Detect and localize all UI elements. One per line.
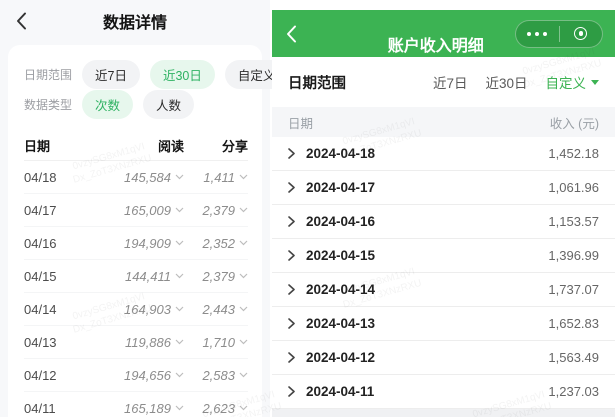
- column-date: 日期: [24, 139, 51, 154]
- chevron-right-icon: [288, 386, 295, 397]
- table-row: 04/18 145,584 1,411: [24, 161, 248, 194]
- chevron-right-icon: [288, 250, 295, 261]
- income-row[interactable]: 2024-04-15 1,396.99: [272, 239, 615, 273]
- table-row: 04/16 194,909 2,352: [24, 227, 248, 260]
- income-row[interactable]: 2024-04-13 1,652.83: [272, 307, 615, 341]
- income-rows: 2024-04-18 1,452.18 2024-04-17 1,061.96 …: [272, 137, 615, 409]
- income-row[interactable]: 2024-04-17 1,061.96: [272, 171, 615, 205]
- income-header: 账户收入明细: [272, 10, 615, 57]
- date-range-label: 日期范围: [24, 67, 73, 82]
- chevron-down-icon[interactable]: [239, 240, 248, 246]
- data-type-option-people[interactable]: 人数: [143, 89, 195, 119]
- chevron-down-icon[interactable]: [175, 372, 184, 378]
- chevron-right-icon: [288, 148, 295, 159]
- table-row: 04/12 194,656 2,583: [24, 359, 248, 392]
- table-row: 04/14 164,903 2,443: [24, 293, 248, 326]
- chevron-down-icon[interactable]: [175, 273, 184, 279]
- chevron-down-icon[interactable]: [239, 207, 248, 213]
- income-detail-screen: 账户收入明细 日期范围 近7日 近30日 自定义 日期 收入 (元) 2024-…: [272, 0, 615, 417]
- status-bar: [272, 0, 615, 10]
- chevron-down-icon: [591, 79, 599, 85]
- page-title: 账户收入明细: [387, 38, 484, 56]
- date-range-filter: 日期范围 近7日 近30日 自定义: [272, 57, 615, 107]
- table-header: 日期 收入 (元): [272, 107, 615, 137]
- table-header: 日期 阅读 分享: [24, 131, 248, 161]
- income-row[interactable]: 2024-04-16 1,153.57: [272, 205, 615, 239]
- table-row: 04/15 144,411 2,379: [24, 260, 248, 293]
- chevron-down-icon[interactable]: [239, 273, 248, 279]
- column-income: 收入 (元): [549, 116, 599, 131]
- chevron-down-icon[interactable]: [175, 306, 184, 312]
- chevron-right-icon: [288, 182, 295, 193]
- screenshot-stage: 数据详情 日期范围 近7日 近30日 自定义 数据类型 次数 人数 日期 阅读 …: [0, 0, 615, 417]
- miniprogram-capsule: [515, 19, 603, 48]
- table-row: 04/13 119,886 1,710: [24, 326, 248, 359]
- chevron-down-icon[interactable]: [175, 240, 184, 246]
- income-row[interactable]: 2024-04-12 1,563.49: [272, 341, 615, 375]
- column-reads: 阅读: [157, 139, 184, 154]
- column-date: 日期: [288, 116, 314, 131]
- date-range-filter: 日期范围 近7日 近30日 自定义: [24, 59, 289, 89]
- page-title: 数据详情: [102, 15, 167, 32]
- back-icon[interactable]: [16, 12, 27, 30]
- data-detail-header: 数据详情: [0, 0, 270, 42]
- chevron-down-icon[interactable]: [239, 405, 248, 411]
- date-range-option-7d[interactable]: 近7日: [82, 59, 140, 89]
- more-icon[interactable]: [516, 31, 559, 36]
- data-detail-screen: 数据详情 日期范围 近7日 近30日 自定义 数据类型 次数 人数 日期 阅读 …: [0, 0, 289, 417]
- data-type-filter: 数据类型 次数 人数: [24, 89, 248, 119]
- income-row[interactable]: 2024-04-14 1,737.07: [272, 273, 615, 307]
- back-icon[interactable]: [286, 25, 297, 43]
- table-row: 04/11 165,189 2,623: [24, 392, 248, 417]
- chevron-right-icon: [288, 216, 295, 227]
- chevron-down-icon[interactable]: [175, 174, 184, 180]
- chevron-down-icon[interactable]: [239, 174, 248, 180]
- chevron-down-icon[interactable]: [175, 339, 184, 345]
- data-card: 日期范围 近7日 近30日 自定义 数据类型 次数 人数 日期 阅读 分享 04…: [8, 45, 289, 417]
- chevron-down-icon[interactable]: [239, 306, 248, 312]
- target-icon[interactable]: [560, 27, 603, 40]
- chevron-down-icon[interactable]: [239, 339, 248, 345]
- chevron-down-icon[interactable]: [175, 207, 184, 213]
- date-range-label: 日期范围: [288, 75, 346, 92]
- chevron-down-icon[interactable]: [239, 372, 248, 378]
- data-type-option-count[interactable]: 次数: [82, 89, 134, 119]
- date-range-option-30d[interactable]: 近30日: [485, 72, 527, 92]
- column-shares: 分享: [221, 139, 248, 154]
- date-range-option-30d[interactable]: 近30日: [149, 59, 215, 89]
- chevron-down-icon[interactable]: [175, 405, 184, 411]
- data-type-label: 数据类型: [24, 97, 73, 112]
- table-row: 04/17 165,009 2,379: [24, 194, 248, 227]
- date-range-option-7d[interactable]: 近7日: [433, 72, 468, 92]
- income-row[interactable]: 2024-04-11 1,237.03: [272, 375, 615, 409]
- chevron-right-icon: [288, 318, 295, 329]
- chevron-right-icon: [288, 352, 295, 363]
- chevron-right-icon: [288, 284, 295, 295]
- income-row[interactable]: 2024-04-18 1,452.18: [272, 137, 615, 171]
- date-range-option-custom[interactable]: 自定义: [546, 72, 599, 92]
